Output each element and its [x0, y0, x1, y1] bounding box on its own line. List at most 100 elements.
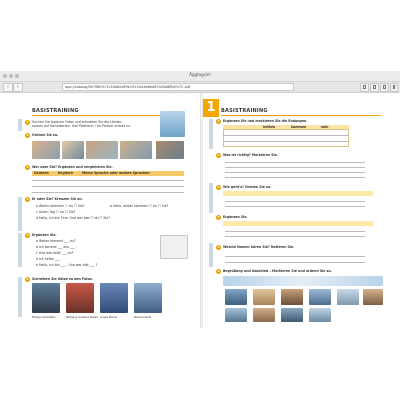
exercise-number-6: 6: [216, 269, 221, 274]
grid-row-line: [223, 135, 349, 136]
grid-body: [223, 129, 349, 147]
table-row-line: [32, 192, 184, 193]
scene-photo-3: [86, 141, 118, 159]
copy-icon[interactable]: [370, 83, 379, 92]
forward-button[interactable]: ›: [13, 83, 23, 92]
ex5-row: a Woher kommst ___ du?: [36, 239, 76, 243]
table-header-1: Deutsch: [34, 171, 49, 175]
word-box: [223, 191, 373, 196]
ex3-title: Wie geht's? Ordnen Sie zu.: [223, 185, 272, 189]
exercise-sidebar: [209, 243, 213, 267]
greeting-photo-4: [309, 289, 331, 305]
ex5-row: c Und wie heißt ___ du?: [36, 251, 74, 255]
ex2-title: Ordnen Sie zu.: [32, 133, 59, 137]
ex4-row: d Hallo, ich bin Tina. Und wer bist ☐ du…: [36, 216, 110, 220]
window-title: Äggtagsim: [189, 72, 211, 77]
statue-of-liberty-photo: [160, 111, 185, 137]
window-titlebar: Äggtagsim: [0, 71, 400, 82]
photo-caption-4: Markus Kreutz: [134, 316, 152, 319]
exercise-number-6: 6: [25, 277, 30, 282]
greeting-banner: [223, 276, 383, 286]
sidebar-icon[interactable]: [390, 83, 398, 92]
greeting-photo-7: [225, 308, 247, 322]
address-field[interactable]: app://catalog/007080%7Cr4d4b0e89e1911fac…: [62, 83, 294, 91]
exercise-sidebar: [209, 183, 213, 213]
exercise-sidebar: [18, 197, 22, 231]
exercise-number-2: 2: [216, 153, 221, 158]
left-section-title: BASISTRAINING: [32, 108, 79, 114]
greeting-photo-3: [281, 289, 303, 305]
ex4-row: a Woher kommen ☐ du ☐ Sie?: [36, 204, 85, 208]
ex3-title: Wer oder Sie? Ergänzen und vergleichen S…: [32, 165, 113, 169]
ex6-title: Schreiben Sie Sätze zu den Fotos.: [32, 277, 93, 281]
word-box: [223, 221, 373, 226]
ex5-title: Welche Namen hören Sie? Notieren Sie.: [223, 245, 295, 249]
exercise-number-5: 5: [216, 245, 221, 250]
exercise-number-3: 3: [25, 165, 30, 170]
back-button[interactable]: ‹: [3, 83, 13, 92]
photo-caption-1: Philippa Sartzetakis: [32, 316, 56, 319]
portrait-photo-1: [32, 283, 60, 313]
note-card: [160, 235, 188, 259]
answer-line: [225, 256, 365, 257]
greeting-photo-5: [337, 289, 359, 305]
greeting-photo-8: [253, 308, 275, 322]
exercise-sidebar: [18, 277, 22, 317]
document-icon[interactable]: [360, 83, 369, 92]
document-viewer[interactable]: BASISTRAINING 1 Suchen Sie typische Foto…: [0, 93, 400, 328]
ex1-text-b: namen auf Karteikarten. Ihre Partnerin /…: [32, 124, 131, 128]
ex6-title: Begrüßung und Abschied – Markieren Sie u…: [223, 269, 332, 273]
photo-caption-2: Wolfgang Amadeus Mozart: [66, 316, 99, 319]
exercise-number-4: 4: [25, 197, 30, 202]
ex2-title: Was ist richtig? Markieren Sie.: [223, 153, 279, 157]
exercise-number-2: 2: [25, 133, 30, 138]
exercise-sidebar: [18, 233, 22, 267]
ex5-row: b Ich komme ___ aus ___ .: [36, 245, 77, 249]
ex5-title: Ergänzen Sie.: [32, 233, 57, 237]
portrait-photo-2: [66, 283, 94, 313]
ex4-row: b Hallo, woher kommen ☐ du ☐ Sie?: [110, 204, 169, 208]
exercise-number-1: 1: [25, 120, 30, 125]
answer-line: [225, 262, 365, 263]
table-row-line: [32, 180, 184, 181]
share-icon[interactable]: [380, 83, 389, 92]
scene-photo-4: [120, 141, 152, 159]
ex1-title: Ergänzen Sie und markieren Sie die Endun…: [223, 119, 308, 123]
greeting-photo-1: [225, 289, 247, 305]
ex4-title: Ergänzen Sie.: [223, 215, 248, 219]
greeting-photo-9: [281, 308, 303, 322]
grid-row-line: [223, 141, 349, 142]
exercise-number-1: 1: [216, 119, 221, 124]
greeting-photo-6: [363, 289, 383, 305]
right-page: 1 BASISTRAINING 1 Ergänzen Sie und marki…: [203, 93, 389, 328]
greeting-photo-10: [309, 308, 331, 322]
right-section-title: BASISTRAINING: [221, 108, 268, 114]
answer-line: [225, 172, 365, 173]
answer-line: [225, 177, 365, 178]
exercise-sidebar: [18, 119, 22, 131]
answer-line: [225, 236, 365, 237]
portrait-photo-3: [100, 283, 128, 313]
answer-line: [225, 162, 365, 163]
answer-line: [225, 167, 365, 168]
ex5-row: d Ich heiße ___ .: [36, 257, 62, 261]
exercise-number-5: 5: [25, 233, 30, 238]
viewer-toolbar: ‹ › app://catalog/007080%7Cr4d4b0e89e191…: [0, 82, 400, 93]
scene-photo-1: [32, 141, 60, 159]
table-header-3: Meine Sprache oder andere Sprachen: [82, 171, 150, 175]
table-row-line: [32, 186, 184, 187]
answer-line: [225, 231, 365, 232]
answer-line: [225, 206, 365, 207]
ex4-row: c Guten Tag ☐ du ☐ Sie?: [36, 210, 76, 214]
photo-caption-3: Angela Merkel: [100, 316, 117, 319]
chapter-number-badge: 1: [203, 99, 219, 117]
ex5-row: e Hallo, ich bin ___ . Und wer bist ___ …: [36, 263, 98, 267]
answer-line: [225, 201, 365, 202]
scene-photo-2: [62, 141, 84, 159]
scene-photo-5: [156, 141, 184, 159]
portrait-photo-4: [134, 283, 162, 313]
greeting-photo-2: [253, 289, 275, 305]
exercise-number-4: 4: [216, 215, 221, 220]
ex4-title: Er oder Sie? Kreuzen Sie an.: [32, 197, 83, 201]
left-page: BASISTRAINING 1 Suchen Sie typische Foto…: [10, 93, 200, 328]
